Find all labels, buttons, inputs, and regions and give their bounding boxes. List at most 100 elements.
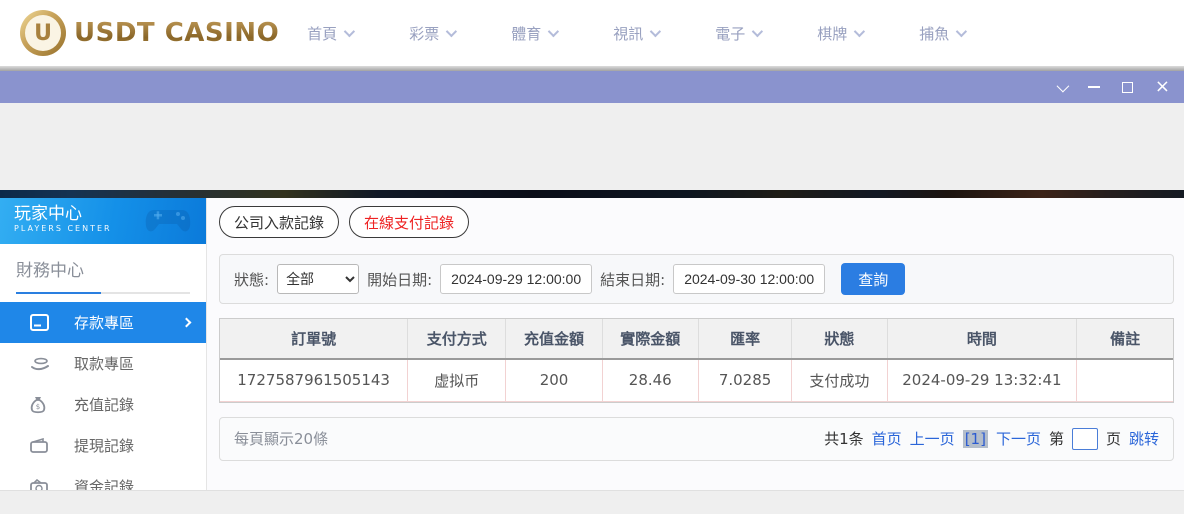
nav-item-sports[interactable]: 體育	[511, 23, 560, 44]
records-table: 訂單號 支付方式 充值金額 實際金額 匯率 狀態 時間 備註 172758796…	[219, 318, 1174, 403]
popup-empty-area	[0, 103, 1184, 190]
cell-payment-method: 虚拟币	[407, 359, 507, 402]
nav-item-label: 視訊	[613, 24, 644, 43]
logo-badge-icon: U	[20, 10, 66, 56]
finance-center-section: 財務中心	[0, 244, 206, 294]
sidebar-item-topup-records[interactable]: $ 充值記錄	[0, 384, 206, 425]
cell-topup-amount: 200	[505, 359, 603, 402]
pagination-bar: 每頁顯示20條 共1条 首页 上一页 [1] 下一页 第 页 跳转	[219, 416, 1174, 461]
logo-monogram: U	[25, 15, 61, 51]
chevron-down-icon	[547, 25, 560, 38]
col-status: 狀態	[791, 319, 888, 360]
main-panel: 公司入款記錄 在線支付記錄 狀態: 全部 開始日期: 結束日期: 查詢	[207, 198, 1184, 490]
chevron-down-icon	[343, 25, 356, 38]
col-remark: 備註	[1076, 319, 1173, 360]
col-payment-method: 支付方式	[407, 319, 507, 360]
funds-record-icon	[30, 478, 50, 490]
banner-strip	[0, 190, 1184, 198]
chevron-down-icon	[1056, 79, 1070, 92]
jump-prefix-text: 第	[1048, 430, 1064, 448]
content-area: 玩家中心 PLAYERS CENTER 財務中心 存款專區 取款專區 $ 充值記…	[0, 198, 1184, 490]
jump-link[interactable]: 跳转	[1129, 428, 1159, 449]
sidebar-item-label: 充值記錄	[74, 396, 135, 414]
nav-item-lottery[interactable]: 彩票	[409, 23, 458, 44]
withdraw-hand-icon	[30, 355, 50, 373]
chevron-down-icon	[752, 25, 764, 38]
top-navigation-bar: U USDT CASINO 首頁 彩票 體育 視訊 電子 棋牌 捕魚	[0, 0, 1184, 66]
nav-item-label: 體育	[511, 24, 542, 43]
cell-actual-amount: 28.46	[602, 359, 699, 402]
start-date-input[interactable]	[440, 264, 593, 294]
page-jump-input[interactable]	[1071, 427, 1098, 450]
minimize-button[interactable]	[1087, 86, 1100, 88]
wallet-icon	[30, 437, 50, 455]
sidebar-item-withdrawal-records[interactable]: 提現記錄	[0, 425, 206, 466]
cell-time: 2024-09-29 13:32:41	[887, 359, 1078, 402]
main-menu: 首頁 彩票 體育 視訊 電子 棋牌 捕魚	[307, 23, 1021, 44]
nav-item-fishing[interactable]: 捕魚	[919, 23, 968, 44]
filter-bar: 狀態: 全部 開始日期: 結束日期: 查詢	[219, 254, 1174, 304]
jump-suffix-text: 页	[1105, 430, 1121, 448]
nav-item-label: 彩票	[409, 24, 440, 43]
chevron-down-icon	[956, 25, 968, 38]
pagination-controls: 共1条 首页 上一页 [1] 下一页 第 页 跳转	[824, 427, 1159, 450]
popup-window-titlebar: ×	[0, 71, 1184, 103]
collapse-button[interactable]	[1056, 79, 1070, 92]
nav-item-label: 首頁	[307, 24, 338, 43]
moneybag-icon: $	[30, 396, 50, 414]
start-date-label: 開始日期:	[367, 270, 433, 289]
nav-item-boardgames[interactable]: 棋牌	[817, 23, 866, 44]
close-button[interactable]: ×	[1155, 78, 1170, 96]
end-date-input[interactable]	[673, 264, 826, 294]
table-header-row: 訂單號 支付方式 充值金額 實際金額 匯率 狀態 時間 備註	[220, 319, 1173, 360]
cell-exchange-rate: 7.0285	[698, 359, 793, 402]
current-page-indicator: [1]	[962, 429, 988, 448]
nav-item-label: 電子	[715, 24, 746, 43]
col-topup-amount: 充值金額	[505, 319, 603, 360]
sidebar-item-deposit-zone[interactable]: 存款專區	[0, 302, 206, 343]
maximize-button[interactable]	[1121, 81, 1133, 93]
status-select[interactable]: 全部	[277, 264, 360, 294]
status-label: 狀態:	[234, 270, 270, 289]
first-page-link[interactable]: 首页	[872, 428, 902, 449]
nav-item-label: 捕魚	[919, 24, 950, 43]
col-order-number: 訂單號	[220, 319, 409, 360]
col-actual-amount: 實際金額	[602, 319, 699, 360]
sidebar-item-funds-records[interactable]: 資金記錄	[0, 466, 206, 490]
col-time: 時間	[887, 319, 1078, 360]
chevron-down-icon	[854, 25, 866, 38]
nav-item-home[interactable]: 首頁	[307, 23, 356, 44]
maximize-icon	[1121, 81, 1133, 93]
chevron-right-icon	[181, 317, 192, 328]
page-size-text: 每頁顯示20條	[234, 430, 329, 448]
nav-item-label: 棋牌	[817, 24, 848, 43]
tab-online-payment-records[interactable]: 在線支付記錄	[349, 206, 470, 238]
nav-item-slots[interactable]: 電子	[715, 23, 764, 44]
total-count-text: 共1条	[824, 430, 864, 448]
sidebar-item-label: 資金記錄	[74, 478, 135, 490]
table-row: 1727587961505143 虚拟币 200 28.46 7.0285 支付…	[220, 359, 1173, 402]
prev-page-link[interactable]: 上一页	[910, 428, 955, 449]
deposit-card-icon	[30, 314, 50, 332]
brand-name: USDT CASINO	[74, 18, 280, 48]
minimize-icon	[1087, 86, 1100, 88]
chevron-down-icon	[649, 25, 662, 38]
chevron-down-icon	[445, 25, 458, 38]
cell-remark	[1076, 359, 1173, 402]
sidebar-item-label: 取款專區	[74, 355, 135, 373]
end-date-label: 結束日期:	[600, 270, 666, 289]
sidebar-menu: 存款專區 取款專區 $ 充值記錄 提現記錄 資金記錄	[0, 302, 206, 490]
section-underline	[16, 292, 190, 294]
brand-logo[interactable]: U USDT CASINO	[20, 10, 279, 56]
footer-strip	[0, 490, 1184, 514]
players-center-header: 玩家中心 PLAYERS CENTER	[0, 198, 206, 244]
sidebar: 玩家中心 PLAYERS CENTER 財務中心 存款專區 取款專區 $ 充值記…	[0, 198, 207, 490]
sidebar-item-label: 提現記錄	[74, 437, 135, 455]
search-button[interactable]: 查詢	[841, 263, 906, 295]
next-page-link[interactable]: 下一页	[996, 428, 1041, 449]
sidebar-item-withdraw-zone[interactable]: 取款專區	[0, 343, 206, 384]
svg-text:$: $	[36, 403, 40, 411]
nav-item-video[interactable]: 視訊	[613, 23, 662, 44]
cell-order-number: 1727587961505143	[220, 359, 409, 402]
tab-company-deposit-records[interactable]: 公司入款記錄	[219, 206, 340, 238]
